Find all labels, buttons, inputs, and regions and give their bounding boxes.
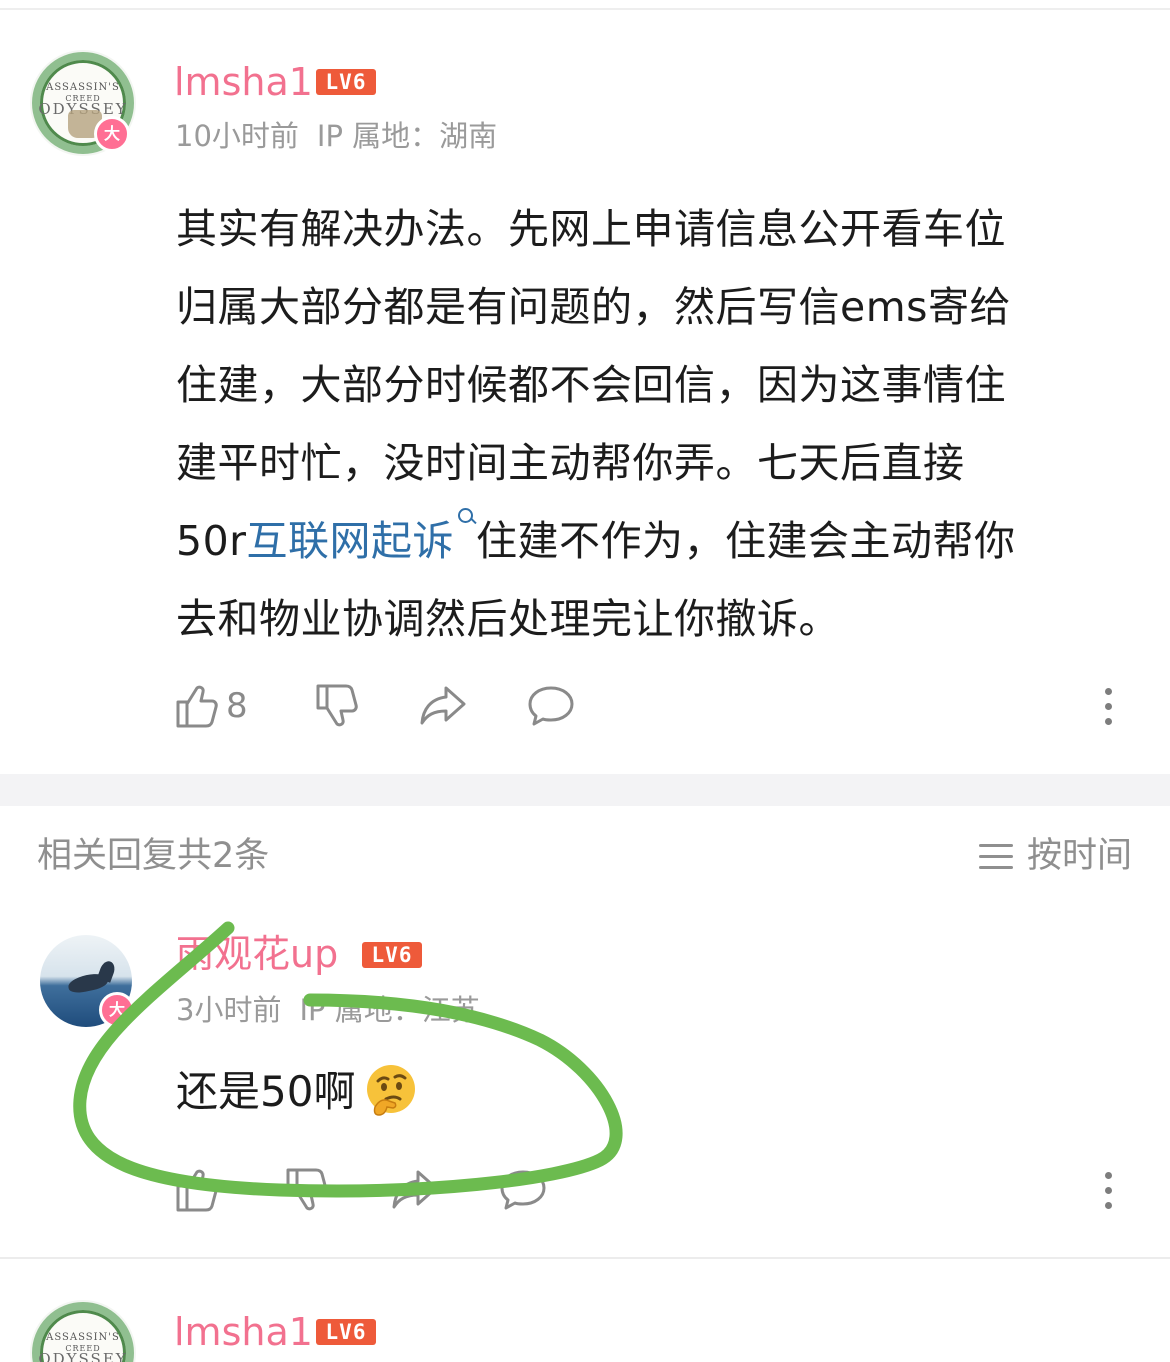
vip-badge: 大 xyxy=(94,116,130,152)
comment-time: 10小时前 xyxy=(175,119,299,153)
top-divider xyxy=(0,8,1170,10)
reply-button[interactable] xyxy=(526,682,576,734)
level-badge: LV6 xyxy=(316,1319,376,1345)
share-icon xyxy=(392,1170,438,1209)
avatar[interactable]: ASSASSIN'S CREED ODYSSEY xyxy=(30,1300,136,1362)
more-icon[interactable] xyxy=(1105,688,1115,733)
comment-actions: 8 xyxy=(172,682,1132,732)
dislike-button[interactable] xyxy=(282,1166,330,1218)
level-badge: LV6 xyxy=(362,942,422,968)
replies-count: 相关回复共2条 xyxy=(37,836,270,876)
ip-location: IP 属地：湖南 xyxy=(316,119,498,153)
reply-actions xyxy=(172,1166,1132,1216)
comment-text: 其实有解决办法。先网上申请信息公开看车位 归属大部分都是有问题的，然后写信ems… xyxy=(176,190,1136,658)
like-button[interactable]: 8 xyxy=(172,682,248,734)
thumbs-down-icon xyxy=(286,1168,328,1211)
share-button[interactable] xyxy=(418,682,468,734)
thinking-face-icon xyxy=(367,1064,416,1116)
comment-icon xyxy=(528,686,574,726)
like-count: 8 xyxy=(226,686,248,726)
reply-text: 还是50啊 xyxy=(176,1062,419,1123)
sort-icon xyxy=(978,843,1013,869)
comment-line: 50r互联网起诉 住建不作为，住建会主动帮你 xyxy=(176,502,1136,580)
more-icon[interactable] xyxy=(1105,1172,1115,1217)
next-comment: ASSASSIN'S CREED ODYSSEY lmsha1 LV6 xyxy=(0,1300,1170,1362)
thumbs-down-icon xyxy=(316,684,358,727)
comment-icon xyxy=(500,1170,546,1210)
username[interactable]: lmsha1 xyxy=(174,60,313,104)
avatar-logo-text: ASSASSIN'S CREED ODYSSEY xyxy=(38,1332,128,1362)
comment-text-fragment: 住建不作为，住建会主动帮你 xyxy=(476,517,1016,565)
comment-line: 其实有解决办法。先网上申请信息公开看车位 xyxy=(176,205,1006,253)
search-link[interactable]: 互联网起诉 xyxy=(247,517,455,565)
thumbs-up-icon xyxy=(176,685,218,728)
section-divider xyxy=(0,774,1170,806)
search-icon[interactable] xyxy=(456,502,476,536)
sort-label: 按时间 xyxy=(1026,836,1132,876)
thumbs-up-icon xyxy=(176,1169,218,1212)
comment-line: 住建，大部分时候都不会回信，因为这事情住 xyxy=(176,361,1006,409)
like-button[interactable] xyxy=(172,1166,220,1218)
comment-line: 归属大部分都是有问题的，然后写信ems寄给 xyxy=(176,283,1012,331)
username[interactable]: lmsha1 xyxy=(174,1310,313,1354)
comment-line: 去和物业协调然后处理完让你撤诉。 xyxy=(176,595,840,643)
vip-badge: 大 xyxy=(99,992,135,1028)
ip-location: IP 属地：江苏 xyxy=(299,993,480,1027)
comment-meta: 10小时前 IP 属地：湖南 xyxy=(175,118,515,154)
reply-meta: 3小时前 IP 属地：江苏 xyxy=(176,992,498,1028)
reply-username[interactable]: 雨观花up xyxy=(176,932,338,976)
share-icon xyxy=(420,686,466,725)
section-divider xyxy=(0,1257,1170,1259)
share-button[interactable] xyxy=(390,1166,440,1218)
dislike-button[interactable] xyxy=(312,682,360,734)
sort-button[interactable]: 按时间 xyxy=(978,834,1132,878)
reply-time: 3小时前 xyxy=(176,993,282,1027)
comment-line: 建平时忙，没时间主动帮你弄。七天后直接 xyxy=(176,439,965,487)
level-badge: LV6 xyxy=(316,69,376,95)
reply-button[interactable] xyxy=(498,1166,548,1218)
reply-text-content: 还是50啊 xyxy=(176,1067,356,1116)
comment-text-fragment: 50r xyxy=(176,517,247,565)
